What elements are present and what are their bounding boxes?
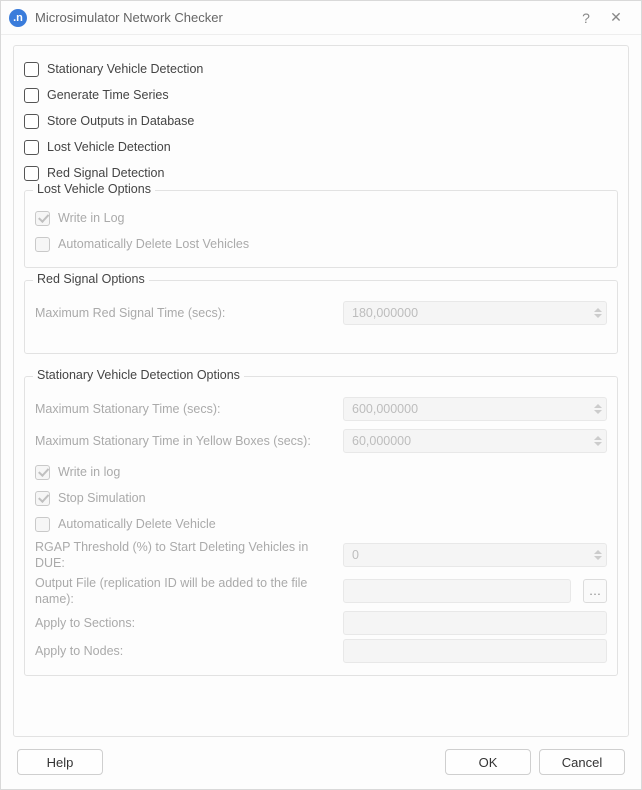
spinner-input <box>343 543 607 567</box>
chevron-up-icon <box>594 404 602 408</box>
group-legend: Red Signal Options <box>33 272 149 286</box>
text-input <box>343 579 571 603</box>
row-apply-to-sections: Apply to Sections: <box>35 609 607 637</box>
checkbox-svd-stop-simulation: Stop Simulation <box>35 485 607 511</box>
app-icon: .n <box>9 9 27 27</box>
text-input <box>343 611 607 635</box>
chevron-up-icon <box>594 550 602 554</box>
chevron-down-icon <box>594 556 602 560</box>
checkbox-label: Automatically Delete Vehicle <box>58 517 216 531</box>
spinner-max-red-signal-time <box>343 301 607 325</box>
group-lost-vehicle-options: Lost Vehicle Options Write in Log Automa… <box>24 190 618 268</box>
field-label: RGAP Threshold (%) to Start Deleting Veh… <box>35 539 335 572</box>
group-red-signal-options: Red Signal Options Maximum Red Signal Ti… <box>24 280 618 354</box>
field-label: Apply to Nodes: <box>35 643 335 659</box>
row-rgap-threshold: RGAP Threshold (%) to Start Deleting Veh… <box>35 537 607 573</box>
spinner-arrows <box>591 398 605 420</box>
ok-button[interactable]: OK <box>445 749 531 775</box>
checkbox-label: Automatically Delete Lost Vehicles <box>58 237 249 251</box>
group-svd-options: Stationary Vehicle Detection Options Max… <box>24 376 618 676</box>
checkbox-lost-vehicle-detection[interactable]: Lost Vehicle Detection <box>24 134 618 160</box>
chevron-up-icon <box>594 436 602 440</box>
checkbox-label: Store Outputs in Database <box>47 114 194 128</box>
checkbox-box-icon <box>24 88 39 103</box>
text-output-file <box>343 579 571 603</box>
checkbox-box-icon <box>24 114 39 129</box>
checkbox-store-outputs-in-database[interactable]: Store Outputs in Database <box>24 108 618 134</box>
checkbox-auto-delete-lost: Automatically Delete Lost Vehicles <box>35 231 607 257</box>
field-label: Maximum Stationary Time (secs): <box>35 401 335 417</box>
checkbox-write-in-log: Write in Log <box>35 205 607 231</box>
chevron-down-icon <box>594 314 602 318</box>
checkbox-svd-auto-delete-vehicle: Automatically Delete Vehicle <box>35 511 607 537</box>
checkbox-generate-time-series[interactable]: Generate Time Series <box>24 82 618 108</box>
row-max-red-signal-time: Maximum Red Signal Time (secs): <box>35 299 607 327</box>
spinner-input <box>343 301 607 325</box>
checkbox-svd-write-in-log: Write in log <box>35 459 607 485</box>
text-input <box>343 639 607 663</box>
checkbox-label: Stop Simulation <box>58 491 146 505</box>
help-icon[interactable]: ? <box>571 4 601 32</box>
checkbox-label: Lost Vehicle Detection <box>47 140 171 154</box>
titlebar: .n Microsimulator Network Checker ? ✕ <box>1 1 641 35</box>
row-max-stationary-time: Maximum Stationary Time (secs): <box>35 395 607 423</box>
chevron-up-icon <box>594 308 602 312</box>
cancel-button[interactable]: Cancel <box>539 749 625 775</box>
checkbox-label: Red Signal Detection <box>47 166 164 180</box>
checkbox-label: Generate Time Series <box>47 88 169 102</box>
row-max-stationary-yellow: Maximum Stationary Time in Yellow Boxes … <box>35 423 607 459</box>
checkbox-box-icon <box>35 465 50 480</box>
spinner-max-stationary-yellow <box>343 429 607 453</box>
spinner-arrows <box>591 544 605 566</box>
field-label: Output File (replication ID will be adde… <box>35 575 335 608</box>
spinner-arrows <box>591 302 605 324</box>
text-apply-to-sections <box>343 611 607 635</box>
spinner-input <box>343 429 607 453</box>
checkbox-box-icon <box>35 211 50 226</box>
main-panel: Stationary Vehicle Detection Generate Ti… <box>13 45 629 737</box>
text-apply-to-nodes <box>343 639 607 663</box>
checkbox-box-icon <box>35 517 50 532</box>
spinner-arrows <box>591 430 605 452</box>
group-legend: Lost Vehicle Options <box>33 182 155 196</box>
checkbox-label: Write in log <box>58 465 120 479</box>
chevron-down-icon <box>594 410 602 414</box>
checkbox-label: Stationary Vehicle Detection <box>47 62 203 76</box>
checkbox-box-icon <box>35 491 50 506</box>
field-label: Maximum Stationary Time in Yellow Boxes … <box>35 433 335 449</box>
checkbox-stationary-vehicle-detection[interactable]: Stationary Vehicle Detection <box>24 56 618 82</box>
spinner-rgap-threshold <box>343 543 607 567</box>
close-icon[interactable]: ✕ <box>601 4 631 32</box>
checkbox-box-icon <box>35 237 50 252</box>
checkbox-label: Write in Log <box>58 211 124 225</box>
spinner-max-stationary-time <box>343 397 607 421</box>
field-label: Maximum Red Signal Time (secs): <box>35 305 335 321</box>
dialog-footer: Help OK Cancel <box>1 741 641 789</box>
spinner-input <box>343 397 607 421</box>
group-legend: Stationary Vehicle Detection Options <box>33 368 244 382</box>
browse-button: … <box>583 579 607 603</box>
row-output-file: Output File (replication ID will be adde… <box>35 573 607 609</box>
checkbox-box-icon <box>24 62 39 77</box>
window-title: Microsimulator Network Checker <box>35 10 571 25</box>
field-label: Apply to Sections: <box>35 615 335 631</box>
chevron-down-icon <box>594 442 602 446</box>
row-apply-to-nodes: Apply to Nodes: <box>35 637 607 665</box>
dialog-window: .n Microsimulator Network Checker ? ✕ St… <box>0 0 642 790</box>
checkbox-box-icon <box>24 140 39 155</box>
help-button[interactable]: Help <box>17 749 103 775</box>
checkbox-box-icon <box>24 166 39 181</box>
dialog-body: Stationary Vehicle Detection Generate Ti… <box>1 35 641 741</box>
